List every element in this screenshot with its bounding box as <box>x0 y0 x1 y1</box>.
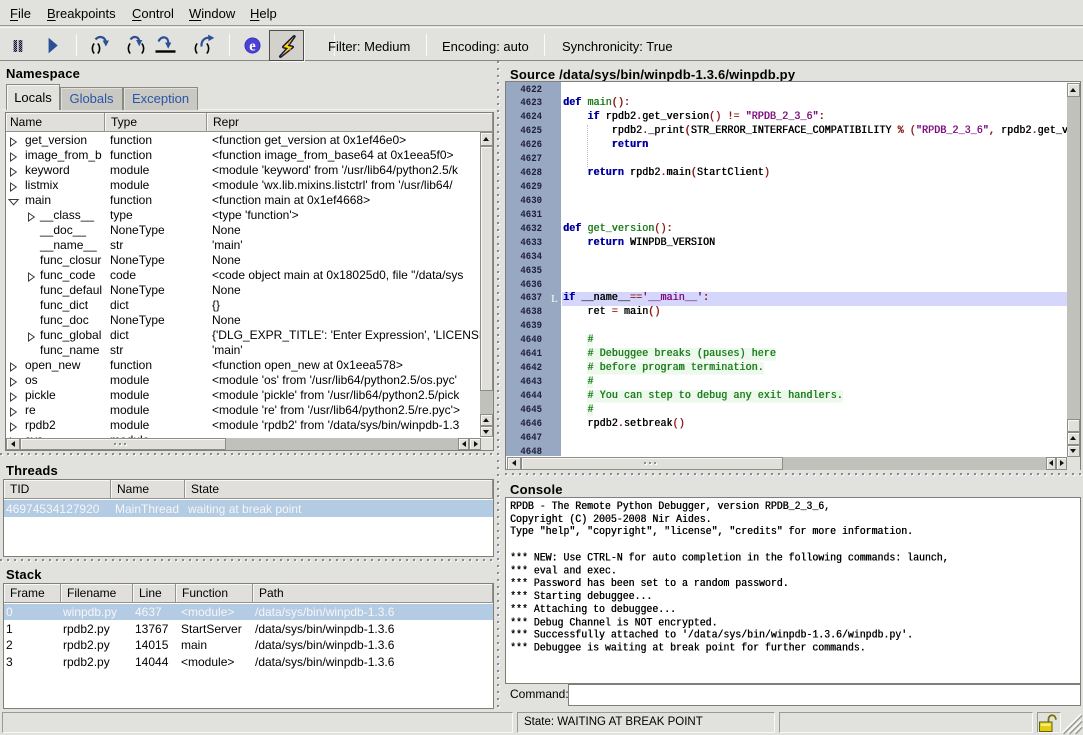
svg-text:e: e <box>249 39 256 55</box>
